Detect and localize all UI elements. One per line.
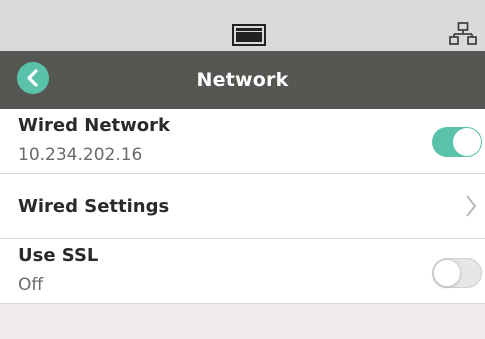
settings-list: Wired Network 10.234.202.16 Wired Settin… (0, 109, 485, 304)
network-icon (449, 22, 477, 45)
wired-settings-row[interactable]: Wired Settings (0, 174, 485, 239)
back-button[interactable] (17, 62, 49, 94)
wired-settings-label: Wired Settings (18, 196, 170, 217)
wired-network-ip: 10.234.202.16 (18, 145, 143, 165)
use-ssl-toggle[interactable] (432, 258, 482, 288)
toggle-knob (453, 128, 481, 156)
display-icon (232, 24, 266, 46)
use-ssl-row: Use SSL Off (0, 239, 485, 304)
use-ssl-label: Use SSL (18, 245, 99, 266)
chevron-right-icon (466, 195, 477, 217)
header-bar: Network (0, 51, 485, 109)
chevron-left-icon (27, 69, 38, 87)
page-title: Network (196, 69, 289, 91)
wired-network-label: Wired Network (18, 115, 170, 136)
toggle-knob (433, 259, 461, 287)
use-ssl-status: Off (18, 275, 44, 295)
wired-network-toggle[interactable] (432, 127, 482, 157)
status-bar (0, 0, 485, 51)
wired-network-row: Wired Network 10.234.202.16 (0, 109, 485, 174)
